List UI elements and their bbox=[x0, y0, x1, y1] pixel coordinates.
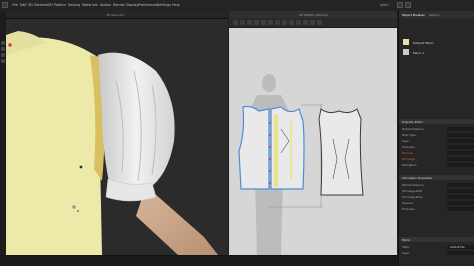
property-field[interactable] bbox=[447, 201, 474, 205]
property-row: Thickness bbox=[402, 145, 474, 150]
tab-library[interactable]: Library bbox=[429, 13, 440, 17]
point-marker bbox=[8, 43, 12, 47]
menu-edit[interactable]: Edit bbox=[20, 3, 27, 7]
button-marker bbox=[77, 210, 79, 212]
property-field[interactable] bbox=[447, 207, 474, 211]
menu-preferences[interactable]: Preferences bbox=[138, 3, 158, 7]
property-row: Particle Distance bbox=[402, 127, 474, 132]
status-bar bbox=[0, 255, 398, 266]
panel-tabs: Object Browser Library bbox=[399, 11, 474, 18]
app-window: File Edit 3D Garment 2D Pattern Sewing M… bbox=[0, 0, 474, 266]
property-field[interactable] bbox=[447, 127, 474, 131]
object-label: Fabric 1 bbox=[413, 51, 425, 55]
property-field[interactable] bbox=[447, 195, 474, 199]
app-logo-icon bbox=[2, 2, 8, 8]
menu-file[interactable]: File bbox=[12, 3, 18, 7]
property-row: Strengthen bbox=[402, 163, 474, 168]
sim-property-row: Thickness bbox=[402, 207, 474, 212]
menu-help[interactable]: Help bbox=[172, 3, 180, 7]
user-name[interactable]: julie.l bbox=[380, 3, 389, 7]
property-field[interactable] bbox=[447, 151, 474, 155]
layer-field[interactable] bbox=[447, 251, 474, 255]
property-field[interactable] bbox=[447, 157, 474, 161]
fabric-section-header[interactable]: Fabric bbox=[399, 237, 474, 242]
brush-tool-icon[interactable] bbox=[1, 59, 5, 63]
property-field[interactable] bbox=[447, 139, 474, 143]
property-field[interactable] bbox=[447, 189, 474, 193]
menu-avatar[interactable]: Avatar bbox=[100, 3, 111, 7]
sim-property-row: Particle Distance bbox=[402, 183, 474, 188]
sim-property-row: Shrinkage-Weft bbox=[402, 189, 474, 194]
simulation-properties-header[interactable]: Simulation Properties bbox=[399, 175, 474, 180]
2d-pattern-window[interactable]: 2D Pattern Window bbox=[229, 11, 397, 255]
fabric-swatch bbox=[403, 39, 409, 45]
object-item[interactable]: Default Fabric bbox=[403, 39, 473, 46]
sim-property-row: Pressure bbox=[402, 201, 474, 206]
menu-settings[interactable]: Settings bbox=[157, 3, 171, 7]
select-tool-icon[interactable] bbox=[1, 41, 5, 45]
property-row: Mesh Type bbox=[402, 133, 474, 138]
menu-sewing[interactable]: Sewing bbox=[68, 3, 80, 7]
property-row: Shrinkage bbox=[402, 157, 474, 162]
minimize-icon[interactable] bbox=[397, 2, 403, 8]
property-field[interactable] bbox=[447, 133, 474, 137]
property-field[interactable] bbox=[447, 163, 474, 167]
bodice-panel[interactable] bbox=[6, 37, 102, 255]
property-field[interactable] bbox=[447, 183, 474, 187]
fabric-swatch bbox=[403, 49, 409, 55]
move-tool-icon[interactable] bbox=[1, 47, 5, 51]
pattern-piece-back-left[interactable] bbox=[238, 105, 270, 190]
menu-display[interactable]: Display bbox=[126, 3, 139, 7]
3d-scene bbox=[6, 31, 218, 255]
right-panel: Object Browser Library Default Fabric Fa… bbox=[398, 11, 474, 266]
pattern-piece-back-right[interactable] bbox=[318, 108, 364, 196]
3d-garment-viewport[interactable]: 3D Garment bbox=[6, 11, 228, 255]
pin-marker bbox=[79, 165, 83, 169]
fabric-row: Layer bbox=[402, 251, 474, 256]
menu-render[interactable]: Render bbox=[113, 3, 125, 7]
puff-sleeve[interactable] bbox=[98, 52, 175, 189]
pattern-piece-front[interactable] bbox=[270, 106, 305, 190]
workspace-icon[interactable] bbox=[405, 2, 411, 8]
property-editor-header[interactable]: Property Editor bbox=[399, 119, 474, 124]
property-row: Layer bbox=[402, 139, 474, 144]
property-field[interactable] bbox=[447, 145, 474, 149]
fabric-row: Fabric Default Fab bbox=[402, 245, 474, 250]
menu-2d-pattern[interactable]: 2D Pattern bbox=[48, 3, 66, 7]
sim-property-row: Shrinkage-Warp bbox=[402, 195, 474, 200]
property-row: Pressure bbox=[402, 151, 474, 156]
pin-tool-icon[interactable] bbox=[1, 53, 5, 57]
menu-3d-garment[interactable]: 3D Garment bbox=[28, 3, 49, 7]
fabric-select-value: Default Fab bbox=[450, 246, 465, 249]
pattern-canvas bbox=[238, 74, 364, 255]
tab-object-browser[interactable]: Object Browser bbox=[402, 13, 425, 17]
menu-materials[interactable]: Materials bbox=[82, 3, 98, 7]
button-marker bbox=[72, 205, 76, 209]
object-item[interactable]: Fabric 1 bbox=[403, 49, 473, 56]
object-label: Default Fabric bbox=[413, 41, 434, 45]
